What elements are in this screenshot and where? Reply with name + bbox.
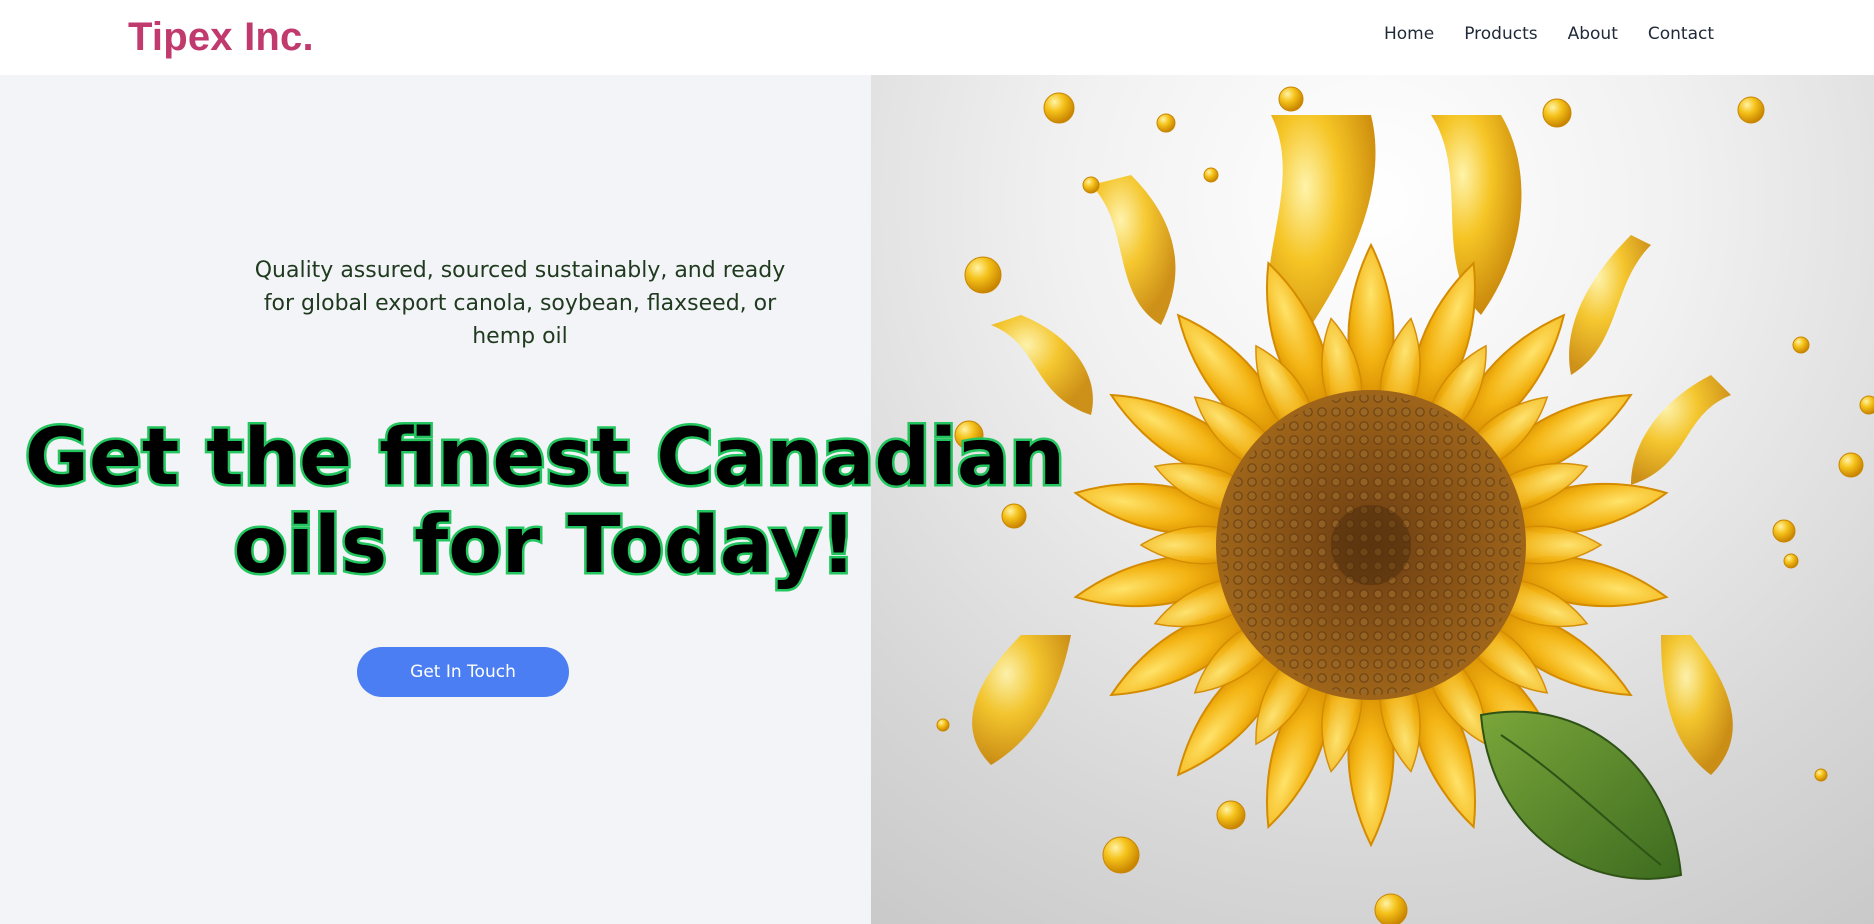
nav-contact-link[interactable]: Contact: [1648, 20, 1714, 48]
hero-headline-line-2: oils for Today!: [231, 500, 859, 593]
main-nav: Home Products About Contact: [1384, 20, 1714, 48]
get-in-touch-button[interactable]: Get In Touch: [357, 647, 569, 697]
hero-headline: Get the finest Canadian oils for Today!: [0, 412, 1090, 593]
hero-subtitle: Quality assured, sourced sustainably, an…: [254, 258, 786, 349]
site-header: Tipex Inc. Home Products About Contact: [0, 0, 1874, 75]
nav-about-link[interactable]: About: [1568, 20, 1618, 48]
nav-products-link[interactable]: Products: [1464, 20, 1537, 48]
hero-headline-line-1: Get the finest Canadian: [22, 412, 1067, 505]
nav-home-link[interactable]: Home: [1384, 20, 1434, 48]
brand-logo[interactable]: Tipex Inc.: [128, 12, 314, 62]
